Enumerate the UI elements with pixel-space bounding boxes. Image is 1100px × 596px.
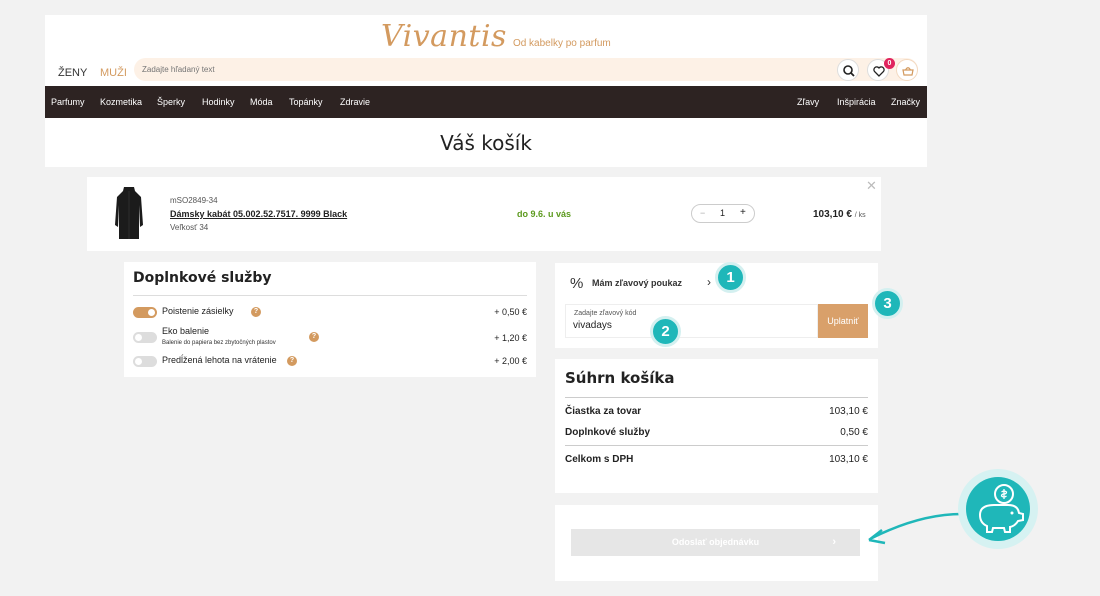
quantity-stepper: − 1 + (691, 204, 755, 223)
nav-item-topanky[interactable]: Topánky (289, 86, 323, 118)
divider (565, 445, 868, 446)
summary-label: Čiastka za tovar (565, 406, 642, 417)
summary-title: Súhrn košíka (565, 369, 675, 387)
chevron-right-icon: › (832, 536, 836, 548)
summary-value: 0,50 € (840, 427, 868, 438)
extended-return-toggle[interactable] (133, 356, 157, 367)
service-row: Poistenie zásielky ? + 0,50 € (133, 303, 527, 323)
step-marker-1: 1 (715, 262, 746, 293)
qty-increase-button[interactable]: + (740, 207, 746, 218)
services-title: Doplnkové služby (133, 270, 272, 286)
search-button[interactable] (837, 59, 859, 81)
eco-packaging-toggle[interactable] (133, 332, 157, 343)
chevron-right-icon[interactable]: › (707, 275, 711, 289)
product-sku: mSO2849-34 (170, 196, 218, 205)
insurance-toggle[interactable] (133, 307, 157, 318)
piggy-bank-badge (958, 469, 1038, 549)
summary-label: Doplnkové služby (565, 427, 651, 438)
service-price: + 1,20 € (494, 333, 527, 343)
search-input[interactable] (142, 58, 822, 81)
cart-button[interactable] (896, 59, 918, 81)
divider (565, 397, 868, 398)
voucher-toggle-label[interactable]: Mám zľavový poukaz (592, 278, 682, 288)
summary-value: 103,10 € (829, 454, 868, 465)
search-icon (843, 65, 855, 77)
shop-header: Vivantis Od kabelky po parfum ŽENY MUŽI … (45, 15, 927, 167)
logo[interactable]: Vivantis Od kabelky po parfum (381, 19, 611, 54)
product-name-link[interactable]: Dámsky kabát 05.002.52.7517. 9999 Black (170, 209, 347, 219)
main-nav: Parfumy Kozmetika Šperky Hodinky Móda To… (45, 86, 927, 118)
nav-item-moda[interactable]: Móda (250, 86, 273, 118)
product-image[interactable] (113, 185, 145, 241)
product-size: Veľkosť 34 (170, 223, 209, 232)
service-price: + 2,00 € (494, 356, 527, 366)
nav-item-hodinky[interactable]: Hodinky (202, 86, 235, 118)
qty-decrease-button[interactable]: − (700, 208, 705, 218)
remove-item-button[interactable]: ✕ (866, 178, 877, 194)
summary-value: 103,10 € (829, 406, 868, 417)
cart-summary: Súhrn košíka Čiastka za tovar 103,10 € D… (555, 359, 878, 493)
voucher-field: Zadajte zľavový kód (565, 304, 818, 338)
page-title: Váš košík (440, 131, 532, 155)
step-marker-2: 2 (650, 316, 681, 347)
additional-services: Doplnkové služby Poistenie zásielky ? + … (124, 262, 536, 377)
nav-item-znacky[interactable]: Značky (891, 86, 920, 118)
logo-wordmark: Vivantis (381, 19, 507, 54)
delivery-date: do 9.6. u vás (517, 209, 572, 219)
tab-women[interactable]: ŽENY (58, 67, 87, 96)
submit-order-label: Odoslať objednávku (671, 537, 760, 547)
arrow-icon (868, 512, 963, 545)
item-price-value: 103,10 € (813, 209, 852, 220)
help-icon[interactable]: ? (251, 307, 261, 317)
nav-item-parfumy[interactable]: Parfumy (51, 86, 85, 118)
help-icon[interactable]: ? (309, 332, 319, 342)
search-bar (134, 58, 918, 81)
logo-tagline: Od kabelky po parfum (512, 38, 611, 49)
qty-value[interactable]: 1 (720, 208, 725, 218)
piggy-bank-icon (966, 477, 1030, 541)
order-panel: Odoslať objednávku › (555, 505, 878, 581)
step-marker-3: 3 (872, 288, 903, 319)
price-unit: / ks (854, 212, 866, 219)
service-sublabel: Balenie do papiera bez zbytočných plasto… (162, 340, 276, 346)
service-price: + 0,50 € (494, 307, 527, 317)
wishlist-count-badge: 0 (884, 58, 895, 69)
item-price: 103,10 € / ks (813, 209, 866, 220)
submit-order-button[interactable]: Odoslať objednávku › (571, 529, 860, 556)
summary-label: Celkom s DPH (565, 454, 634, 465)
percent-icon: % (570, 275, 584, 292)
voucher-field-label: Zadajte zľavový kód (574, 310, 637, 317)
service-row: Eko balenie Balenie do papiera bez zbyto… (133, 324, 527, 350)
basket-icon (902, 67, 914, 76)
service-label: Poistenie zásielky (162, 306, 234, 316)
help-icon[interactable]: ? (287, 356, 297, 366)
voucher-code-input[interactable] (573, 320, 803, 331)
nav-item-kozmetika[interactable]: Kozmetika (100, 86, 142, 118)
nav-item-zdravie[interactable]: Zdravie (340, 86, 370, 118)
cart-item: mSO2849-34 Dámsky kabát 05.002.52.7517. … (87, 177, 881, 251)
nav-item-zlavy[interactable]: Zľavy (797, 86, 819, 118)
service-label: Eko balenie (162, 326, 210, 336)
apply-voucher-button[interactable]: Uplatniť (818, 304, 868, 338)
nav-item-sperky[interactable]: Šperky (157, 86, 185, 118)
nav-item-inspiracia[interactable]: Inšpirácia (837, 86, 876, 118)
service-row: Predĺžená lehota na vrátenie ? + 2,00 € (133, 352, 527, 372)
service-label: Predĺžená lehota na vrátenie (162, 355, 277, 365)
divider (133, 295, 527, 296)
tab-men[interactable]: MUŽI (100, 67, 127, 79)
